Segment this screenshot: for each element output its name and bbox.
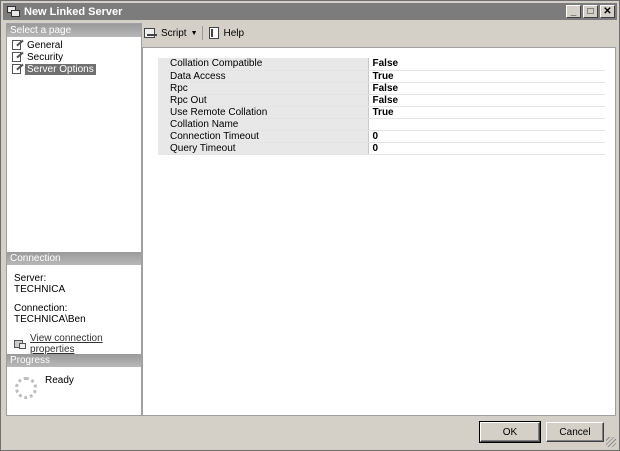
property-row[interactable]: Rpc False (158, 82, 605, 95)
property-row[interactable]: Connection Timeout 0 (158, 130, 605, 143)
property-row[interactable]: Use Remote Collation True (158, 106, 605, 119)
progress-section: Progress Ready (7, 354, 141, 399)
property-grid-panel: Collation Compatible False Data Access T… (142, 47, 616, 416)
cancel-button[interactable]: Cancel (546, 422, 604, 442)
property-name[interactable]: Connection Timeout (168, 130, 369, 143)
property-row[interactable]: Collation Name (158, 118, 605, 131)
progress-header: Progress (7, 354, 141, 367)
view-connection-properties-link[interactable]: View connection properties (7, 325, 141, 355)
progress-spinner-icon (15, 377, 37, 399)
property-value[interactable]: True (368, 106, 605, 119)
property-row[interactable]: Query Timeout 0 (158, 142, 605, 155)
property-name[interactable]: Rpc Out (168, 94, 369, 107)
close-button[interactable]: ✕ (600, 5, 615, 18)
page-properties-icon (11, 39, 24, 50)
select-page-header: Select a page (7, 24, 141, 37)
property-row[interactable]: Collation Compatible False (158, 58, 605, 71)
property-name[interactable]: Collation Compatible (168, 58, 369, 71)
script-icon (144, 27, 158, 39)
view-connection-properties-label[interactable]: View connection properties (30, 333, 141, 355)
ok-button[interactable]: OK (479, 421, 541, 443)
property-value[interactable]: False (368, 94, 605, 107)
property-name[interactable]: Query Timeout (168, 142, 369, 155)
property-value[interactable] (368, 118, 605, 131)
page-item-label: General (27, 39, 63, 51)
property-value[interactable]: 0 (368, 142, 605, 155)
property-value[interactable]: False (368, 82, 605, 95)
page-properties-icon (11, 51, 24, 62)
property-name[interactable]: Use Remote Collation (168, 106, 369, 119)
connection-value: TECHNICA\Ben (14, 314, 86, 325)
help-button[interactable]: Help (207, 27, 245, 39)
chevron-down-icon[interactable]: ▼ (191, 30, 198, 37)
title-bar[interactable]: New Linked Server _ □ ✕ (3, 3, 617, 20)
property-row[interactable]: Data Access True (158, 70, 605, 83)
toolbar: Script ▼ Help (142, 23, 616, 43)
help-icon (207, 27, 221, 39)
main-panel: Script ▼ Help Collation Compatible False (142, 23, 616, 416)
page-item-label: Security (27, 51, 64, 63)
property-value[interactable]: True (368, 70, 605, 83)
page-item-label: Server Options (25, 63, 96, 75)
property-name[interactable]: Collation Name (168, 118, 369, 131)
help-label: Help (223, 27, 245, 39)
page-properties-icon (11, 63, 24, 74)
window-title: New Linked Server (24, 5, 123, 18)
resize-grip-icon[interactable] (606, 437, 616, 447)
new-linked-server-dialog: New Linked Server _ □ ✕ Select a page Ge… (0, 0, 620, 451)
property-name[interactable]: Rpc (168, 82, 369, 95)
connection-header: Connection (7, 252, 141, 265)
property-row[interactable]: Rpc Out False (158, 94, 605, 107)
server-label: Server: (14, 273, 47, 284)
maximize-button[interactable]: □ (583, 5, 598, 18)
connection-label: Connection: (14, 303, 68, 314)
connection-properties-icon (14, 339, 26, 350)
page-item-server-options[interactable]: Server Options (7, 63, 141, 75)
property-grid: Collation Compatible False Data Access T… (158, 58, 605, 155)
sidebar: Select a page General Security Server Op… (6, 23, 142, 416)
toolbar-separator (201, 26, 203, 40)
server-value: TECHNICA (14, 284, 66, 295)
property-name[interactable]: Data Access (168, 70, 369, 83)
connection-section: Connection Server: TECHNICA Connection: … (7, 252, 141, 355)
server-app-icon (7, 5, 21, 18)
script-button[interactable]: Script ▼ (144, 27, 202, 39)
page-item-security[interactable]: Security (7, 51, 141, 63)
minimize-button[interactable]: _ (566, 5, 581, 18)
property-value[interactable]: 0 (368, 130, 605, 143)
property-value[interactable]: False (368, 58, 605, 71)
page-item-general[interactable]: General (7, 39, 141, 51)
script-label: Script (161, 27, 187, 39)
progress-status: Ready (45, 375, 74, 386)
